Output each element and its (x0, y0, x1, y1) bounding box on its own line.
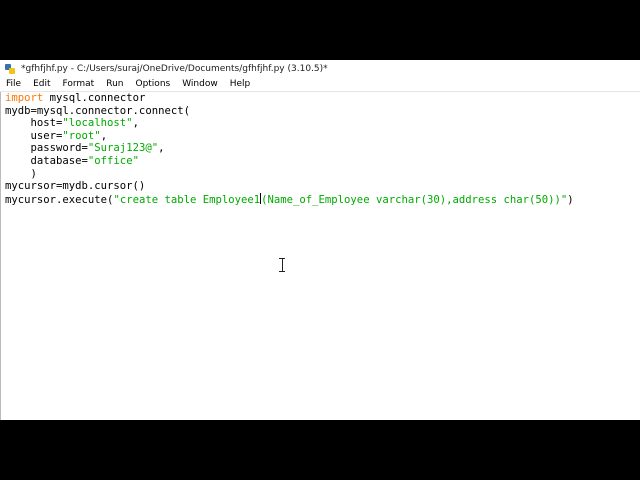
menu-format[interactable]: Format (57, 77, 101, 91)
string-literal: "root" (62, 129, 101, 142)
code-line-5: password= (5, 142, 88, 155)
code-punct: , (100, 129, 108, 142)
code-text[interactable]: import mysql.connector mydb=mysql.connec… (1, 92, 640, 206)
code-line-8: mycursor=mydb.cursor() (5, 180, 146, 193)
code-line-2: mydb=mysql.connector.connect( (5, 104, 190, 117)
string-literal: "Suraj123@" (87, 142, 159, 155)
python-idle-icon (5, 63, 15, 74)
menu-bar: File Edit Format Run Options Window Help (0, 77, 640, 92)
code-editor[interactable]: import mysql.connector mydb=mysql.connec… (0, 92, 640, 420)
string-literal: (Name_of_Employee varchar(30),address ch… (261, 193, 568, 206)
menu-file[interactable]: File (0, 77, 27, 91)
menu-run[interactable]: Run (100, 77, 129, 91)
menu-edit[interactable]: Edit (27, 77, 56, 91)
string-literal: "localhost" (62, 117, 133, 130)
string-literal: "office" (87, 154, 139, 167)
string-literal: "create table Employee1 (113, 193, 261, 206)
menu-help[interactable]: Help (224, 77, 257, 91)
window-title: *gfhfjhf.py - C:/Users/suraj/OneDrive/Do… (21, 63, 328, 74)
idle-editor-window: *gfhfjhf.py - C:/Users/suraj/OneDrive/Do… (0, 60, 640, 420)
code-line-6: database= (5, 154, 88, 167)
keyword: import (5, 92, 44, 104)
code-line-4: user= (5, 129, 63, 142)
code-line-9: mycursor.execute( (5, 193, 114, 206)
menu-options[interactable]: Options (129, 77, 176, 91)
code-line-3: host= (5, 117, 63, 130)
menu-window[interactable]: Window (176, 77, 224, 91)
code-line-1: mysql.connector (43, 92, 146, 104)
code-punct: , (132, 117, 139, 130)
code-line-7: ) (5, 167, 37, 180)
code-punct: , (158, 142, 165, 155)
text-cursor-icon (278, 258, 286, 272)
title-bar: *gfhfjhf.py - C:/Users/suraj/OneDrive/Do… (0, 60, 640, 77)
code-punct: ) (567, 193, 574, 206)
